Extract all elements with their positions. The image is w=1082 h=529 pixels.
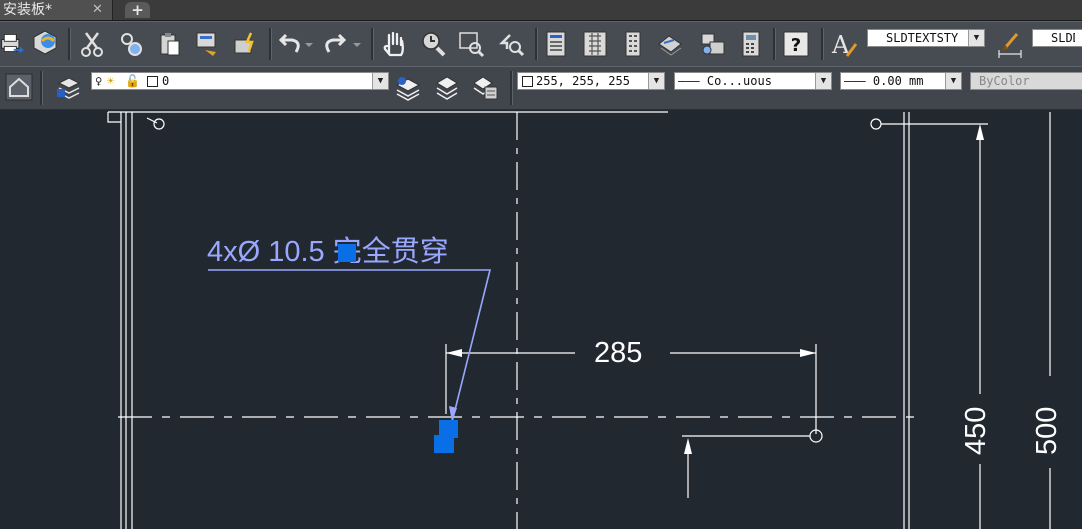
toolbar-separator bbox=[371, 28, 374, 60]
cut-icon[interactable] bbox=[77, 29, 107, 59]
document-tab-bar: 安装板* ✕ + bbox=[0, 0, 1082, 21]
note-leader bbox=[208, 269, 492, 423]
dimension-450-text[interactable]: 450 bbox=[960, 407, 992, 455]
linetype-dropdown[interactable]: ——— Co...uous ▼ bbox=[674, 72, 832, 90]
drawing-geometry bbox=[107, 111, 1051, 529]
color-swatch bbox=[522, 76, 533, 87]
dim-style-dropdown[interactable]: SLDD bbox=[1032, 29, 1082, 47]
toolbar-separator bbox=[821, 28, 824, 60]
new-tab-button[interactable]: + bbox=[125, 2, 150, 18]
layer-previous-icon[interactable] bbox=[432, 72, 462, 102]
markup-icon[interactable] bbox=[697, 29, 727, 59]
part-outline-right bbox=[903, 112, 910, 529]
color-value: 255, 255, 255 bbox=[536, 74, 630, 88]
standard-toolbar: ? A SLDTEXTSTY ▼ SLDD bbox=[0, 21, 1082, 67]
toolbar-separator bbox=[40, 71, 43, 105]
sheet-set-icon[interactable] bbox=[655, 29, 685, 59]
grip-handle[interactable] bbox=[338, 244, 356, 262]
part-outline-left bbox=[120, 112, 133, 529]
part-corner bbox=[107, 112, 121, 123]
layer-dropdown[interactable]: ♀ ☀ 🔓 0 ▼ bbox=[91, 72, 389, 90]
chevron-down-icon: ▼ bbox=[815, 73, 831, 89]
plotstyle-dropdown[interactable]: ByColor bbox=[970, 72, 1082, 90]
grip-handle[interactable] bbox=[434, 435, 454, 453]
layer-lock-icon: 🔓 bbox=[125, 74, 140, 88]
layer-value: 0 bbox=[162, 74, 170, 88]
document-tab-title: 安装板* bbox=[3, 2, 52, 18]
zoom-window-icon[interactable] bbox=[456, 29, 486, 59]
lineweight-value: ——— 0.00 mm bbox=[844, 74, 924, 88]
chevron-down-icon: ▼ bbox=[372, 73, 388, 89]
quickcalc-icon[interactable] bbox=[736, 29, 766, 59]
layer-manager-icon[interactable] bbox=[54, 72, 84, 102]
document-tab[interactable]: 安装板* ✕ bbox=[0, 0, 113, 20]
arrowhead bbox=[800, 349, 816, 357]
close-tab-icon[interactable]: ✕ bbox=[92, 0, 103, 20]
chevron-down-icon: ▼ bbox=[968, 30, 984, 46]
chevron-down-icon: ▼ bbox=[945, 73, 961, 89]
layer-on-icon: ♀ bbox=[95, 74, 103, 88]
help-icon[interactable]: ? bbox=[781, 29, 811, 59]
dim-style-value: SLDD bbox=[1051, 31, 1075, 45]
toolbar-separator bbox=[68, 28, 71, 60]
zoom-realtime-icon[interactable] bbox=[418, 29, 448, 59]
dimension-500-text[interactable]: 500 bbox=[1031, 407, 1063, 455]
copy-icon[interactable] bbox=[116, 29, 146, 59]
layers-toolbar: ♀ ☀ 🔓 0 ▼ 255, 255, 255 ▼ ——— Co...uous … bbox=[0, 66, 1082, 110]
make-object-layer-current-icon[interactable] bbox=[393, 72, 423, 102]
arrowhead bbox=[446, 349, 462, 357]
redo-icon[interactable] bbox=[320, 29, 350, 59]
layer-states-icon[interactable] bbox=[470, 72, 500, 102]
undo-icon[interactable] bbox=[275, 29, 305, 59]
match-properties-icon[interactable] bbox=[192, 29, 222, 59]
text-style-dropdown[interactable]: SLDTEXTSTY ▼ bbox=[867, 29, 985, 47]
undo-dropdown-icon[interactable] bbox=[302, 29, 316, 59]
arrowhead bbox=[976, 124, 984, 140]
color-dropdown[interactable]: 255, 255, 255 ▼ bbox=[517, 72, 665, 90]
plot-icon[interactable] bbox=[0, 28, 24, 58]
tool-palettes-icon[interactable] bbox=[618, 29, 648, 59]
toolbar-separator bbox=[773, 28, 776, 60]
toolbar-separator bbox=[510, 71, 513, 105]
paste-icon[interactable] bbox=[155, 29, 185, 59]
hole-callout-note[interactable]: 4xØ 10.5 完全贯穿 bbox=[207, 236, 449, 269]
toolbar-separator bbox=[535, 28, 538, 60]
block-editor-icon[interactable] bbox=[231, 29, 261, 59]
design-center-icon[interactable] bbox=[580, 29, 610, 59]
dim-style-icon[interactable] bbox=[996, 29, 1026, 59]
pan-icon[interactable] bbox=[380, 29, 410, 59]
svg-text:?: ? bbox=[791, 35, 801, 56]
layer-color-swatch bbox=[147, 76, 158, 87]
drawing-canvas[interactable]: 4xØ 10.5 完全贯穿 285 450 500 bbox=[0, 108, 1082, 529]
chevron-down-icon: ▼ bbox=[648, 73, 664, 89]
linetype-value: ——— Co...uous bbox=[678, 74, 772, 88]
plotstyle-value: ByColor bbox=[979, 74, 1030, 88]
layer-properties-icon[interactable] bbox=[4, 72, 34, 102]
redo-dropdown-icon[interactable] bbox=[350, 29, 364, 59]
properties-icon[interactable] bbox=[541, 29, 571, 59]
text-style-icon[interactable]: A bbox=[829, 29, 859, 59]
hole-marker bbox=[153, 118, 165, 130]
toolbar-separator bbox=[269, 28, 272, 60]
lineweight-dropdown[interactable]: ——— 0.00 mm ▼ bbox=[840, 72, 962, 90]
arrowhead bbox=[684, 438, 692, 454]
dimension-285-text[interactable]: 285 bbox=[594, 339, 642, 368]
text-style-value: SLDTEXTSTY bbox=[886, 31, 959, 45]
layer-freeze-icon: ☀ bbox=[107, 74, 115, 88]
3d-preview-icon[interactable] bbox=[30, 27, 60, 57]
top-hole bbox=[870, 118, 882, 130]
zoom-previous-icon[interactable] bbox=[496, 29, 526, 59]
